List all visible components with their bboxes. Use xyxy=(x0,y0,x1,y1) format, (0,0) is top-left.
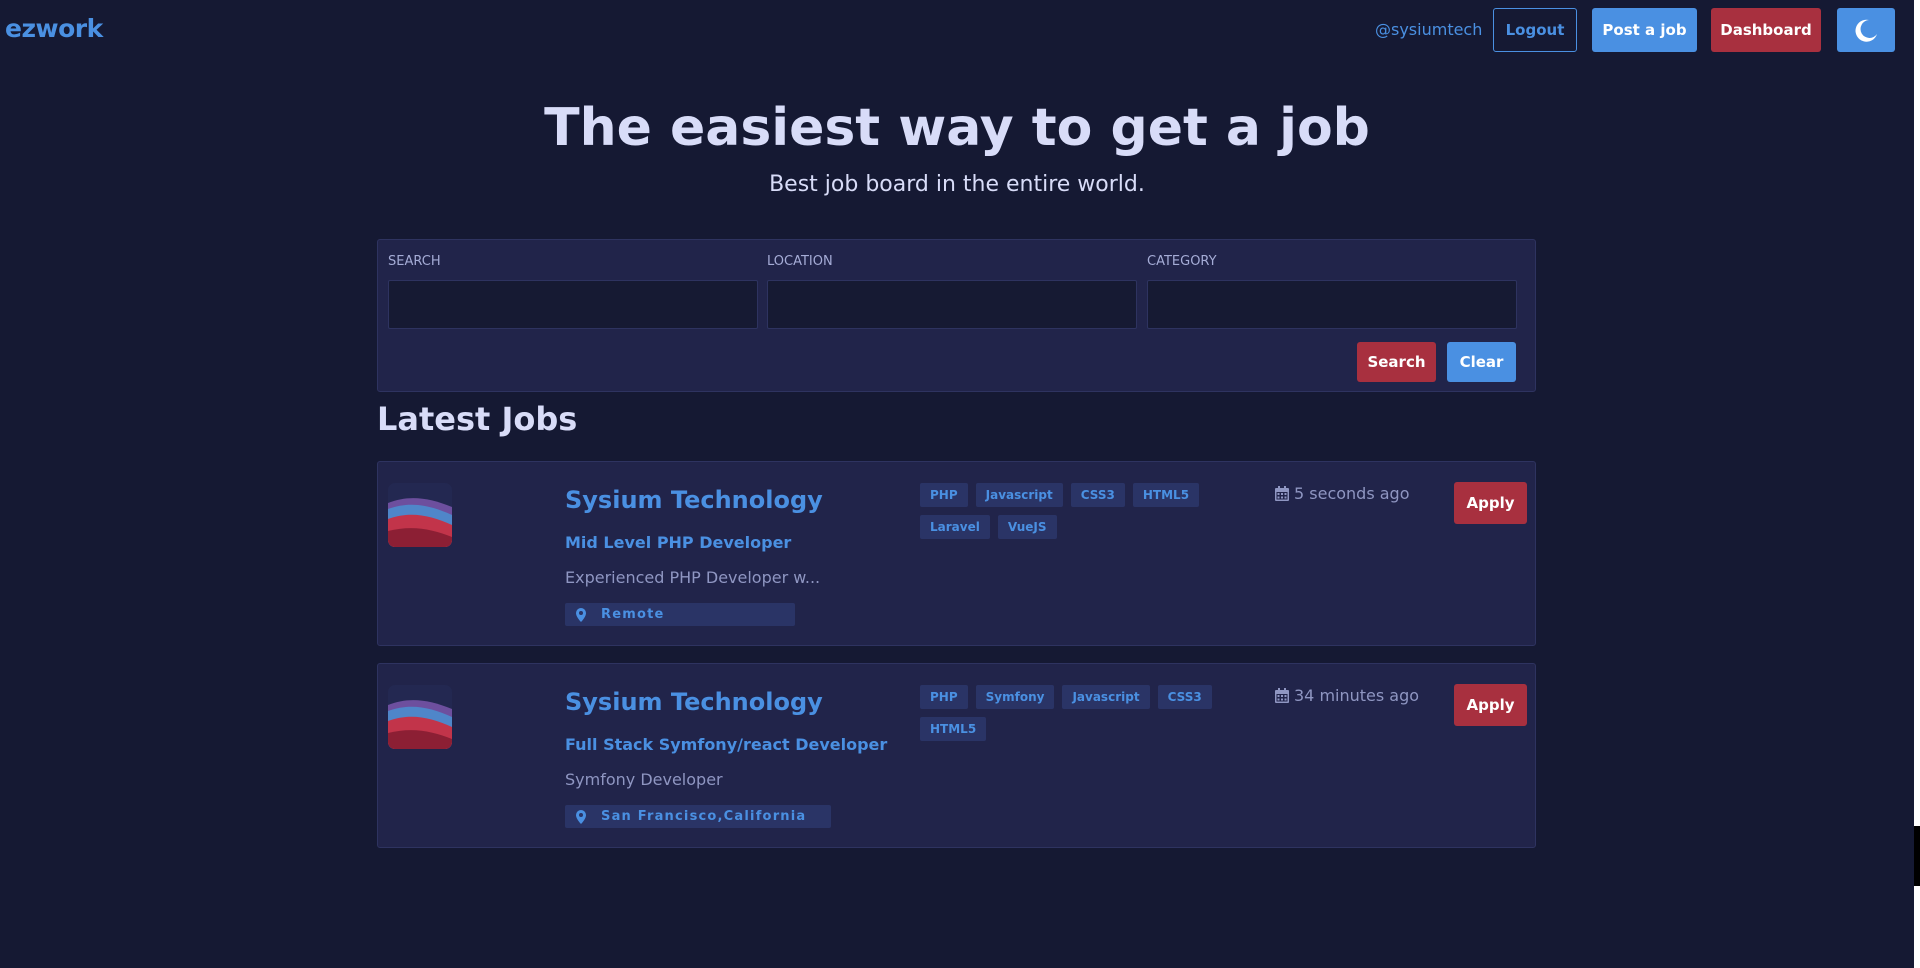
search-panel: SEARCH LOCATION CATEGORY Search Clear xyxy=(377,239,1536,392)
company-name[interactable]: Sysium Technology xyxy=(565,486,823,514)
job-card[interactable]: Sysium Technology Mid Level PHP Develope… xyxy=(377,461,1536,646)
brand-logo[interactable]: ezwork xyxy=(5,14,103,43)
moon-icon xyxy=(1855,19,1877,42)
skill-tag[interactable]: PHP xyxy=(920,685,968,709)
posted-time: 5 seconds ago xyxy=(1275,484,1410,503)
category-input[interactable] xyxy=(1147,280,1517,329)
company-name[interactable]: Sysium Technology xyxy=(565,688,823,716)
skill-tag[interactable]: Symfony xyxy=(975,685,1055,709)
job-description: Symfony Developer xyxy=(565,770,723,789)
skill-tag[interactable]: HTML5 xyxy=(920,717,987,741)
location-text: Remote xyxy=(601,607,665,622)
location-badge: Remote xyxy=(565,603,795,626)
skill-tag[interactable]: CSS3 xyxy=(1157,685,1212,709)
clear-button[interactable]: Clear xyxy=(1447,342,1516,382)
calendar-icon xyxy=(1275,486,1289,501)
scrollbar-track[interactable] xyxy=(1914,0,1920,968)
search-button[interactable]: Search xyxy=(1357,342,1436,382)
location-badge: San Francisco,California xyxy=(565,805,831,828)
apply-button[interactable]: Apply xyxy=(1454,482,1527,524)
posted-text: 34 minutes ago xyxy=(1294,686,1420,705)
company-logo xyxy=(388,685,452,749)
tag-list: PHP Javascript CSS3 HTML5 Laravel VueJS xyxy=(920,483,1265,539)
category-label: CATEGORY xyxy=(1147,254,1217,269)
map-pin-icon xyxy=(576,607,586,622)
skill-tag[interactable]: Javascript xyxy=(975,483,1063,507)
posted-text: 5 seconds ago xyxy=(1294,484,1410,503)
section-title: Latest Jobs xyxy=(377,400,578,438)
search-input[interactable] xyxy=(388,280,758,329)
hero-title: The easiest way to get a job xyxy=(544,98,1370,158)
skill-tag[interactable]: PHP xyxy=(920,483,968,507)
location-text: San Francisco,California xyxy=(601,809,807,824)
calendar-icon xyxy=(1275,688,1289,703)
post-job-button[interactable]: Post a job xyxy=(1592,8,1697,52)
search-label: SEARCH xyxy=(388,254,441,269)
skill-tag[interactable]: CSS3 xyxy=(1070,483,1125,507)
job-position[interactable]: Mid Level PHP Developer xyxy=(565,533,791,552)
scrollbar-thumb[interactable] xyxy=(1914,826,1920,886)
map-pin-icon xyxy=(576,809,586,824)
skill-tag[interactable]: Laravel xyxy=(920,515,990,539)
dashboard-button[interactable]: Dashboard xyxy=(1711,8,1821,52)
hero-subtitle: Best job board in the entire world. xyxy=(769,172,1145,197)
job-card[interactable]: Sysium Technology Full Stack Symfony/rea… xyxy=(377,663,1536,848)
posted-time: 34 minutes ago xyxy=(1275,686,1419,705)
location-input[interactable] xyxy=(767,280,1137,329)
job-description: Experienced PHP Developer w... xyxy=(565,568,821,587)
theme-toggle-button[interactable] xyxy=(1837,8,1895,52)
navbar: ezwork @sysiumtech Logout Post a job Das… xyxy=(0,0,1920,62)
job-position[interactable]: Full Stack Symfony/react Developer xyxy=(565,735,887,754)
tag-list: PHP Symfony Javascript CSS3 HTML5 xyxy=(920,685,1265,741)
username-link[interactable]: @sysiumtech xyxy=(1375,20,1482,39)
skill-tag[interactable]: HTML5 xyxy=(1132,483,1200,507)
location-label: LOCATION xyxy=(767,254,833,269)
logout-button[interactable]: Logout xyxy=(1493,8,1577,52)
company-logo xyxy=(388,483,452,547)
apply-button[interactable]: Apply xyxy=(1454,684,1527,726)
skill-tag[interactable]: VueJS xyxy=(997,515,1057,539)
skill-tag[interactable]: Javascript xyxy=(1062,685,1150,709)
